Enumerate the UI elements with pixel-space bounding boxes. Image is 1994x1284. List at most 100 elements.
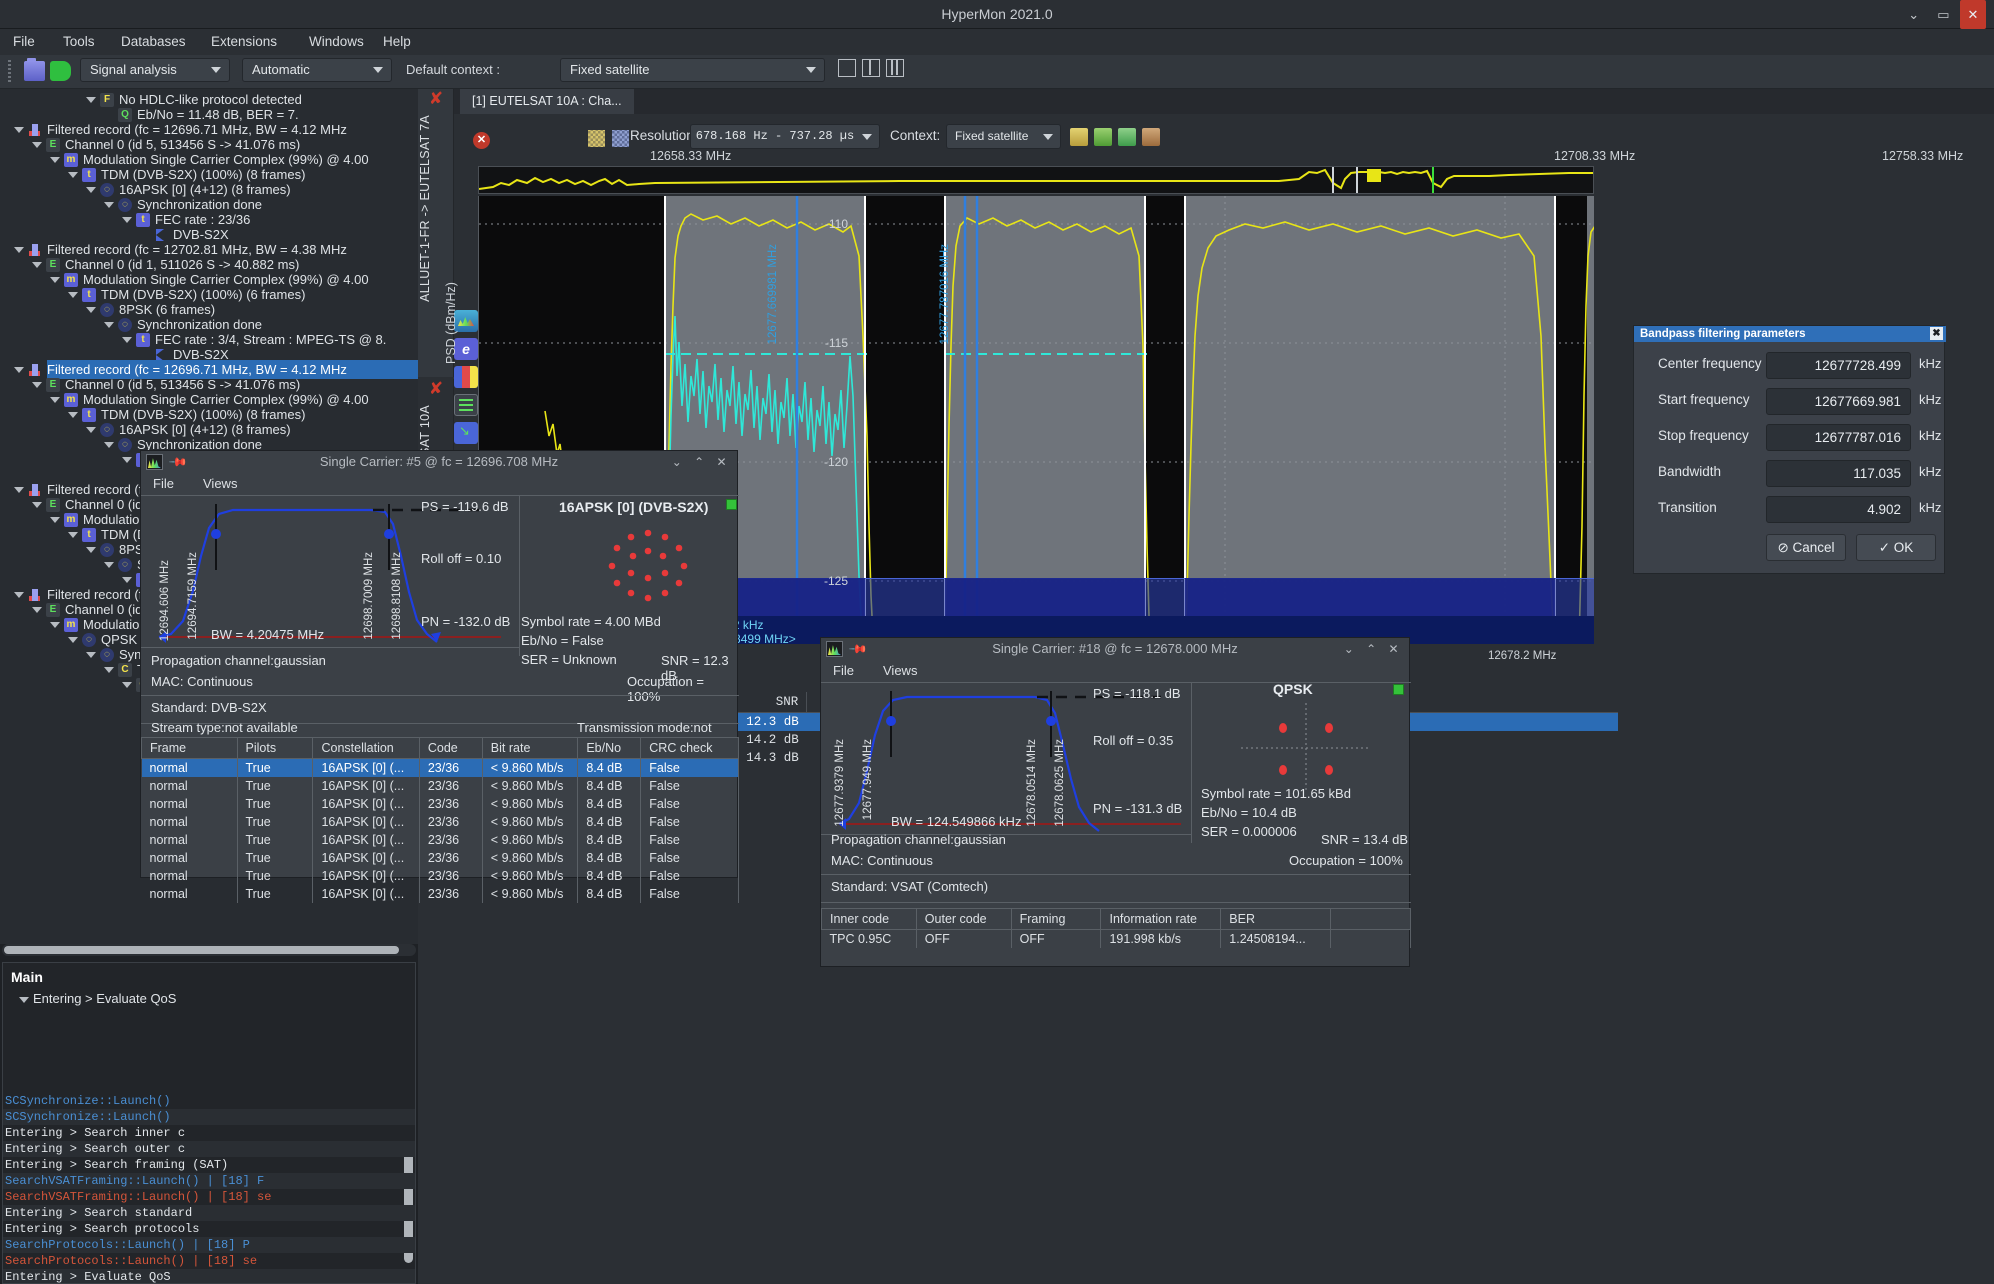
sc18-controls[interactable]: ⌄ ⌃ ✕ [1339, 638, 1403, 660]
table-row[interactable]: normal True 16APSK [0] (... 23/36 < 9.860 Mb… [141, 831, 739, 849]
table-row[interactable]: normal True 16APSK [0] (... 23/36 < 9.860 Mb… [141, 795, 739, 813]
sc18-params-table[interactable]: Inner code Outer code Framing Information r… [821, 908, 1411, 948]
chevron-down-icon[interactable] [50, 516, 60, 523]
field-input[interactable]: 12677669.981 [1766, 388, 1911, 415]
field-input[interactable]: 117.035 [1766, 460, 1911, 487]
mode-select[interactable]: Signal analysis [80, 58, 230, 82]
chevron-down-icon[interactable] [14, 126, 24, 133]
sc18-menu-file[interactable]: File [833, 660, 854, 682]
zoom-out-icon[interactable] [454, 422, 478, 444]
close-button[interactable]: ✕ [1960, 0, 1986, 29]
sc5-frames-table[interactable]: Frame Pilots Constellation Code Bit rate Eb/N… [141, 737, 739, 903]
minimize-button[interactable]: ⌄ [1901, 0, 1927, 29]
single-carrier-window-5[interactable]: 📌 Single Carrier: #5 @ fc = 12696.708 MH… [140, 450, 739, 903]
column-header[interactable]: Pilots [236, 737, 314, 759]
spectrum-overview[interactable] [478, 166, 1594, 194]
chevron-down-icon[interactable] [50, 621, 60, 628]
chevron-down-icon[interactable] [14, 591, 24, 598]
chevron-down-icon[interactable] [104, 441, 114, 448]
expand-button[interactable]: ⌃ [690, 451, 709, 473]
field-input[interactable]: 12677728.499 [1766, 352, 1911, 379]
toolbar-grip[interactable] [8, 60, 11, 82]
chevron-down-icon[interactable] [50, 156, 60, 163]
chevron-down-icon[interactable] [86, 546, 96, 553]
chevron-down-icon[interactable] [86, 96, 96, 103]
table-row[interactable]: normal True 16APSK [0] (... 23/36 < 9.860 Mb… [141, 867, 739, 885]
context-select[interactable]: Fixed satellite [946, 124, 1061, 149]
field-input[interactable]: 4.902 [1766, 496, 1911, 523]
palette-icon[interactable] [454, 366, 478, 388]
column-header[interactable]: Information rate [1100, 908, 1222, 930]
layout-split-button[interactable] [862, 59, 880, 77]
chevron-down-icon[interactable] [50, 276, 60, 283]
chevron-down-icon[interactable] [122, 681, 132, 688]
scrollbar-thumb[interactable] [4, 946, 399, 954]
chevron-down-icon[interactable] [14, 366, 24, 373]
field-input[interactable]: 12677787.016 [1766, 424, 1911, 451]
chevron-down-icon[interactable] [32, 606, 42, 613]
table-row[interactable]: normal True 16APSK [0] (... 23/36 < 9.860 Mb… [141, 758, 739, 777]
column-header[interactable]: Code [418, 737, 483, 759]
chevron-down-icon[interactable] [86, 186, 96, 193]
collapse-button[interactable]: ⌄ [1339, 638, 1358, 660]
menu-help[interactable]: Help [374, 29, 420, 55]
expand-button[interactable]: ⌃ [1362, 638, 1381, 660]
close-button[interactable]: ✕ [1384, 638, 1403, 660]
run-icon[interactable] [50, 61, 71, 81]
table-row[interactable]: normal True 16APSK [0] (... 23/36 < 9.860 Mb… [141, 777, 739, 795]
maximize-button[interactable]: ▭ [1930, 0, 1956, 29]
close-icon[interactable]: ✖ [1930, 327, 1943, 340]
layout-triple-button[interactable] [886, 59, 904, 77]
automatic-select[interactable]: Automatic [242, 58, 392, 82]
chevron-down-icon[interactable] [68, 411, 78, 418]
chevron-down-icon[interactable] [68, 171, 78, 178]
menu-extensions[interactable]: Extensions [202, 29, 286, 55]
layout-single-button[interactable] [838, 59, 856, 77]
chevron-down-icon[interactable] [32, 261, 42, 268]
table-row[interactable]: TPC 0.95C OFF OFF 191.998 kb/s 1.24508194... [821, 929, 1411, 948]
sc5-constellation-plot[interactable] [561, 521, 736, 611]
ok-button[interactable]: ✓ OK [1856, 534, 1936, 561]
sc5-controls[interactable]: ⌄ ⌃ ✕ [667, 451, 731, 473]
chevron-down-icon[interactable] [122, 216, 132, 223]
resolution-select[interactable]: 678.168 Hz - 737.28 µs [690, 124, 880, 149]
chevron-down-icon[interactable] [68, 636, 78, 643]
sc18-titlebar[interactable]: 📌 Single Carrier: #18 @ fc = 12678.000 M… [821, 638, 1409, 660]
bandpass-dialog[interactable]: Bandpass filtering parameters ✖ Center f… [1633, 325, 1946, 574]
single-carrier-window-18[interactable]: 📌 Single Carrier: #18 @ fc = 12678.000 M… [820, 637, 1411, 967]
cancel-button[interactable]: ⊘ Cancel [1766, 534, 1846, 561]
menu-windows[interactable]: Windows [300, 29, 373, 55]
column-header[interactable]: Frame [141, 737, 238, 759]
upload-icon[interactable] [1094, 128, 1112, 146]
column-header[interactable]: Outer code [915, 908, 1012, 930]
chevron-down-icon[interactable] [14, 246, 24, 253]
chevron-down-icon[interactable] [14, 486, 24, 493]
column-header[interactable]: Constellation [312, 737, 420, 759]
log-entry-root[interactable]: Entering > Evaluate QoS [19, 991, 176, 1006]
chevron-down-icon[interactable] [104, 561, 114, 568]
collapse-button[interactable]: ⌄ [667, 451, 686, 473]
chevron-down-icon[interactable] [104, 321, 114, 328]
chevron-down-icon[interactable] [50, 396, 60, 403]
chevron-down-icon[interactable] [122, 336, 132, 343]
waterfall-icon[interactable] [612, 130, 629, 147]
chevron-down-icon[interactable] [122, 456, 132, 463]
chevron-down-icon[interactable] [104, 666, 114, 673]
column-header[interactable]: Inner code [821, 908, 917, 930]
export-icon[interactable] [1118, 128, 1136, 146]
tree-horizontal-scrollbar[interactable] [2, 944, 416, 956]
sc5-titlebar[interactable]: 📌 Single Carrier: #5 @ fc = 12696.708 MH… [141, 451, 737, 473]
default-context-select[interactable]: Fixed satellite [560, 58, 825, 82]
close-button[interactable]: ✕ [712, 451, 731, 473]
settings-icon[interactable] [1142, 128, 1160, 146]
menu-databases[interactable]: Databases [112, 29, 195, 55]
chevron-down-icon[interactable] [86, 306, 96, 313]
sc18-menu-views[interactable]: Views [883, 660, 917, 682]
column-header[interactable]: BER [1220, 908, 1332, 930]
chevron-down-icon[interactable] [122, 576, 132, 583]
log-panel[interactable]: Main Entering > Evaluate QoS SCSynchroni… [2, 962, 416, 1284]
download-icon[interactable] [1070, 128, 1088, 146]
chevron-down-icon[interactable] [86, 651, 96, 658]
column-header[interactable]: Eb/No [577, 737, 642, 759]
column-header[interactable]: Framing [1010, 908, 1102, 930]
